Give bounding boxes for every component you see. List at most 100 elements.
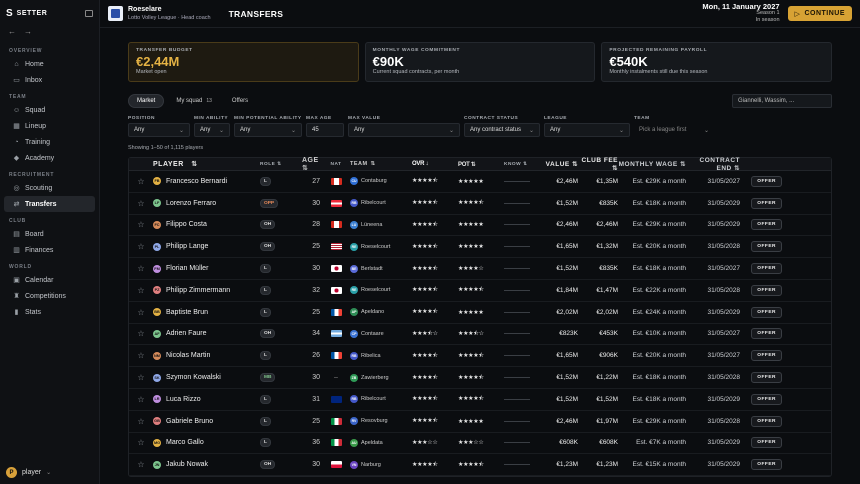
offer-button[interactable]: OFFER <box>751 328 782 340</box>
offer-button[interactable]: OFFER <box>751 350 782 362</box>
player-name[interactable]: Francesco Bernardi <box>166 178 227 185</box>
player-name[interactable]: Lorenzo Ferraro <box>166 200 216 207</box>
player-name[interactable]: Jakub Nowak <box>166 461 208 468</box>
sidebar-item-transfers[interactable]: ⇄ Transfers <box>4 196 95 212</box>
player-name[interactable]: Florian Müller <box>166 265 208 272</box>
max-age-input[interactable]: 45 <box>306 123 344 137</box>
star-icon[interactable]: ☆ <box>129 351 153 360</box>
col-role[interactable]: ROLE ⇅ <box>260 162 296 167</box>
col-ovr[interactable]: OVR ↓ <box>408 161 454 167</box>
table-row[interactable]: ☆ GB Gabriele Bruno L 25 RV Resovburg ★★… <box>129 411 831 433</box>
sidebar-item-board[interactable]: ▤ Board <box>4 226 95 242</box>
col-contract-end[interactable]: CONTRACT END ⇅ <box>686 157 740 172</box>
sidebar-item-training[interactable]: ◔ Training <box>4 134 95 150</box>
player-name[interactable]: Philipp Lange <box>166 243 208 250</box>
offer-button[interactable]: OFFER <box>751 219 782 231</box>
table-row[interactable]: ☆ LF Lorenzo Ferraro OPP 30 RB Ribelcour… <box>129 193 831 215</box>
continue-button[interactable]: ▷ CONTINUE <box>787 6 852 21</box>
filter-select[interactable]: Any ⌄ <box>128 123 190 137</box>
player-cell: MG Marco Gallo <box>153 438 260 447</box>
table-row[interactable]: ☆ PL Philipp Lange OH 25 RE Roeselcourt … <box>129 236 831 259</box>
offer-button[interactable]: OFFER <box>751 284 782 296</box>
col-pot[interactable]: POT ⇅ <box>454 161 500 168</box>
star-icon[interactable]: ☆ <box>129 438 153 447</box>
offer-button[interactable]: OFFER <box>751 263 782 275</box>
forward-arrow-icon[interactable]: → <box>24 27 32 36</box>
filter-select[interactable]: Any ⌄ <box>234 123 302 137</box>
offer-button[interactable]: OFFER <box>751 175 782 187</box>
search-input[interactable]: Giannelli, Wassim, ... <box>732 94 832 108</box>
back-arrow-icon[interactable]: ← <box>8 27 16 36</box>
tab-market[interactable]: Market <box>128 94 165 108</box>
filter-select[interactable]: Any ⌄ <box>194 123 230 137</box>
star-icon[interactable]: ☆ <box>129 395 153 404</box>
col-age[interactable]: AGE ⇅ <box>296 157 326 172</box>
player-name[interactable]: Gabriele Bruno <box>166 418 213 425</box>
sidebar-item-home[interactable]: ⌂ Home <box>4 56 95 72</box>
table-row[interactable]: ☆ FM Florian Müller L 30 BE Berlstadt ★★… <box>129 258 831 280</box>
star-icon[interactable]: ☆ <box>129 373 153 382</box>
star-icon[interactable]: ☆ <box>129 417 153 426</box>
offer-button[interactable]: OFFER <box>751 372 782 384</box>
col-know[interactable]: KNOW ⇅ <box>500 162 540 167</box>
offer-button[interactable]: OFFER <box>751 437 782 449</box>
sidebar-item-squad[interactable]: ☺ Squad <box>4 102 95 118</box>
star-icon[interactable]: ☆ <box>129 460 153 469</box>
col-team[interactable]: TEAM ⇅ <box>346 161 408 167</box>
offer-button[interactable]: OFFER <box>751 306 782 318</box>
player-name[interactable]: Philipp Zimmermann <box>166 287 230 294</box>
player-name[interactable]: Adrien Faure <box>166 330 206 337</box>
offer-button[interactable]: OFFER <box>751 197 782 209</box>
sidebar-item-scouting[interactable]: ◎ Scouting <box>4 180 95 196</box>
col-club-fee[interactable]: CLUB FEE ⇅ <box>578 157 618 172</box>
filter-select[interactable]: Pick a league first ⌄ <box>634 123 714 137</box>
offer-button[interactable]: OFFER <box>751 459 782 471</box>
star-icon[interactable]: ☆ <box>129 329 153 338</box>
player-name[interactable]: Marco Gallo <box>166 439 204 446</box>
sidebar-item-inbox[interactable]: ▭ Inbox <box>4 72 95 88</box>
filter-select[interactable]: Any contract status ⌄ <box>464 123 540 137</box>
col-player[interactable]: PLAYER ⇅ <box>153 160 260 169</box>
sidebar-item-finances[interactable]: ▥ Finances <box>4 242 95 258</box>
tab-offers[interactable]: Offers <box>224 94 256 108</box>
sidebar-item-competitions[interactable]: ♜ Competitions <box>4 288 95 304</box>
star-icon[interactable]: ☆ <box>129 242 153 251</box>
player-name[interactable]: Szymon Kowalski <box>166 374 221 381</box>
player-name[interactable]: Nicolas Martin <box>166 352 210 359</box>
star-icon[interactable]: ☆ <box>129 264 153 273</box>
table-row[interactable]: ☆ SK Szymon Kowalski MB 30 – ZB Zawierbe… <box>129 367 831 389</box>
table-row[interactable]: ☆ BB Baptiste Brun L 25 AP Apeldano ★★★★… <box>129 302 831 324</box>
table-row[interactable]: ☆ NM Nicolas Martin L 26 RB Ribelica ★★★… <box>129 345 831 368</box>
star-icon[interactable]: ☆ <box>129 199 153 208</box>
col-nat[interactable]: NAT <box>326 162 346 167</box>
sidebar-item-stats[interactable]: ▮ Stats <box>4 304 95 320</box>
star-icon[interactable]: ☆ <box>129 177 153 186</box>
player-name[interactable]: Luca Rizzo <box>166 396 201 403</box>
table-row[interactable]: ☆ JN Jakub Nowak OH 30 VN Narburg ★★★★⯪ … <box>129 454 831 477</box>
sidebar-item-calendar[interactable]: ▣ Calendar <box>4 272 95 288</box>
sidebar-item-academy[interactable]: ◆ Academy <box>4 150 95 166</box>
star-icon[interactable]: ☆ <box>129 220 153 229</box>
user-menu[interactable]: P player ⌄ <box>6 467 51 478</box>
col-value[interactable]: VALUE ⇅ <box>540 160 578 168</box>
collapse-sidebar-icon[interactable] <box>85 9 93 17</box>
col-monthly-wage[interactable]: MONTHLY WAGE ⇅ <box>618 160 686 168</box>
table-row[interactable]: ☆ AF Adrien Faure OH 34 CP Contaare ★★★⯪… <box>129 324 831 346</box>
offer-button[interactable]: OFFER <box>751 241 782 253</box>
filter-select[interactable]: Any ⌄ <box>348 123 460 137</box>
player-name[interactable]: Filippo Costa <box>166 221 207 228</box>
star-icon[interactable]: ☆ <box>129 308 153 317</box>
table-row[interactable]: ☆ FC Filippo Costa OH 28 LU Lüneena ★★★★… <box>129 215 831 237</box>
role-cell: L <box>260 285 296 295</box>
table-row[interactable]: ☆ FB Francesco Bernardi L 27 CU Contabur… <box>129 171 831 193</box>
offer-button[interactable]: OFFER <box>751 415 782 427</box>
player-name[interactable]: Baptiste Brun <box>166 309 208 316</box>
filter-select[interactable]: Any ⌄ <box>544 123 630 137</box>
offer-button[interactable]: OFFER <box>751 393 782 405</box>
star-icon[interactable]: ☆ <box>129 286 153 295</box>
tab-my-squad[interactable]: My squad 13 <box>168 94 220 108</box>
table-row[interactable]: ☆ MG Marco Gallo L 36 AU Apeldata ★★★☆☆ … <box>129 433 831 455</box>
table-row[interactable]: ☆ LR Luca Rizzo L 31 RB Ribelcourt ★★★★⯪… <box>129 389 831 411</box>
sidebar-item-lineup[interactable]: ▦ Lineup <box>4 118 95 134</box>
table-row[interactable]: ☆ PZ Philipp Zimmermann L 32 RE Roeselco… <box>129 280 831 302</box>
